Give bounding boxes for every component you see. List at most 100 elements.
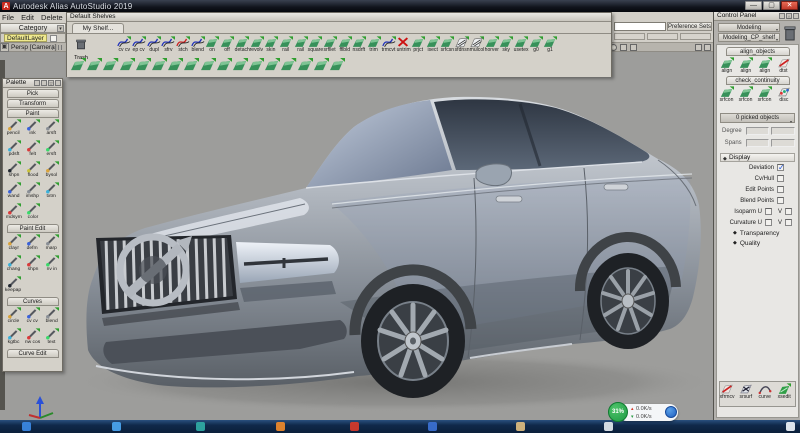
taskbar-app-icon[interactable] [276, 422, 285, 431]
cp-bottom-tool-srsurf[interactable]: srsurf [739, 382, 754, 406]
list-icon[interactable] [41, 80, 47, 86]
degree-v-field[interactable] [771, 127, 795, 135]
palette-tab-transform[interactable]: Transform [7, 99, 59, 108]
palette-tool-shpn[interactable]: shpn [23, 254, 42, 275]
palette-tool-felt[interactable]: felt [23, 139, 42, 160]
preference-input[interactable] [614, 22, 666, 31]
shelf-tool-sfrv[interactable]: sfrv [161, 35, 176, 53]
shelf-tool-rail[interactable]: rail [293, 35, 308, 53]
shelf-tool-cv-cv[interactable]: cv cv [117, 35, 132, 53]
display-section-header[interactable]: ◆ Display [720, 153, 795, 162]
shelf-tool-rail[interactable]: rail [279, 35, 294, 53]
degree-u-field[interactable] [746, 127, 770, 135]
cp-trash-icon[interactable] [782, 23, 797, 42]
taskbar-app-icon[interactable] [516, 422, 525, 431]
minimize-button[interactable]: — [745, 1, 762, 10]
shelf-tool-untrim[interactable]: untrim [396, 35, 411, 53]
cp-tool-disc[interactable]: disc [777, 85, 792, 103]
default-layer-label[interactable]: DefaultLayer [4, 34, 47, 42]
palette-tool-cv-cv[interactable]: cv cv [23, 306, 42, 327]
cp-tool-srfcon[interactable]: srfcon [739, 85, 754, 103]
taskbar-app-icon[interactable] [196, 422, 205, 431]
display-bullet-transparency[interactable]: ◆Transparency [717, 228, 798, 238]
shelf-surface-tool[interactable] [232, 58, 248, 73]
shelf-tool-blend[interactable]: blend [190, 35, 205, 53]
layer-row[interactable]: DefaultLayer [0, 33, 66, 43]
picked-objects-bar[interactable]: 0 picked objects▾ [720, 113, 795, 123]
cp-close-icon[interactable] [793, 13, 799, 19]
palette-tool-kgtbc[interactable]: kgtbc [4, 327, 23, 348]
shelf-tool-stch[interactable]: stch [176, 35, 191, 53]
windows-taskbar[interactable] [0, 420, 800, 433]
shelf-surface-tool[interactable] [135, 58, 151, 73]
shelf-tool-on[interactable]: on [205, 35, 220, 53]
palette-tool-nw-cos[interactable]: nw cos [23, 327, 42, 348]
cp-tool-align[interactable]: align [739, 56, 754, 74]
cp-dock-icon[interactable] [779, 13, 785, 19]
palette-tool-ink[interactable]: ink [23, 118, 42, 139]
shelf-surface-tool[interactable] [248, 58, 264, 73]
dock-icon[interactable] [34, 80, 40, 86]
cp-bottom-tool-curve[interactable]: curve [758, 382, 773, 406]
palette-tab-paint[interactable]: Paint [7, 109, 59, 118]
shelf-surface-tool[interactable] [183, 58, 199, 73]
category-header[interactable]: Category ▾ [0, 23, 66, 33]
palette-tool-defm[interactable]: defm [23, 233, 42, 254]
cp-collapse-icon[interactable]: △ [786, 13, 792, 19]
shelf-tool-skin[interactable]: skin [264, 35, 279, 53]
taskbar-app-icon[interactable] [22, 422, 31, 431]
palette-title-bar[interactable]: Palette ▽ [3, 79, 62, 88]
spans-v-field[interactable] [771, 139, 795, 147]
shelf-tool-square[interactable]: square [308, 35, 323, 53]
shelf-surface-tool[interactable] [329, 58, 345, 73]
shelf-surface-tool[interactable] [86, 58, 102, 73]
palette-tool-shpn[interactable]: shpn [4, 160, 23, 181]
deviation-checkbox[interactable]: ✓ [777, 164, 784, 171]
layer-visibility-checkbox[interactable] [50, 35, 57, 42]
collapse-icon[interactable]: ▽ [48, 80, 54, 86]
shelf-tool-nsdrft[interactable]: nsdrft [352, 35, 367, 53]
shelf-tool-dupl[interactable]: dupl [146, 35, 161, 53]
tab-my-shelf[interactable]: My Shelf... [72, 23, 124, 33]
maximize-button[interactable]: ▢ [763, 1, 780, 10]
spans-u-field[interactable] [746, 139, 770, 147]
curvature-u-v-checkbox[interactable] [785, 219, 792, 226]
palette-tool-chang[interactable]: chang [4, 254, 23, 275]
net-monitor-icon[interactable] [665, 406, 677, 418]
cp-tab-align-objects[interactable]: align_objects [726, 47, 790, 56]
net-monitor-widget[interactable]: 31% ▴ 0.0K/s ▾ 0.0K/s [608, 402, 680, 423]
shelf-surface-tool[interactable] [70, 58, 86, 73]
shelf-tool-g0[interactable]: g0 [528, 35, 543, 53]
palette-tool-nv-in[interactable]: nv in [42, 254, 61, 275]
cv-hull-checkbox[interactable] [777, 175, 784, 182]
perspective-viewport[interactable] [0, 52, 713, 420]
palette-tab-pick[interactable]: Pick [7, 89, 59, 98]
cp-tool-dtst[interactable]: dtst [777, 56, 792, 74]
shelf-tool-fflbld[interactable]: fflbld [337, 35, 352, 53]
shelf-surface-tool[interactable] [313, 58, 329, 73]
chevron-down-icon[interactable]: ▾ [57, 25, 64, 32]
cp-tab-check-continuity[interactable]: check_continuity [726, 76, 790, 85]
palette-tool-flood[interactable]: flood [23, 160, 42, 181]
edit-points-checkbox[interactable] [777, 186, 784, 193]
shelf-surface-tool[interactable] [119, 58, 135, 73]
shelf-surface-tool[interactable] [102, 58, 118, 73]
shelf-tool-detach[interactable]: detach [235, 35, 250, 53]
shelf-tool-prjct[interactable]: prjct [411, 35, 426, 53]
shelf-tool-ep-cv[interactable]: ep cv [132, 35, 147, 53]
palette-tool-arsft[interactable]: arsft [42, 118, 61, 139]
pane-split-icon[interactable] [695, 44, 702, 51]
shade-toggle-icon[interactable] [620, 44, 627, 51]
shelf-tool-trim[interactable]: trim [367, 35, 382, 53]
shelf-surface-tool[interactable] [280, 58, 296, 73]
viewport-grip[interactable] [52, 45, 64, 50]
palette-tool-clayr[interactable]: clayr [4, 233, 23, 254]
menu-delete[interactable]: Delete [41, 13, 63, 22]
palette-tab-curve-edit[interactable]: Curve Edit [7, 349, 59, 358]
zoom-toggle-icon[interactable] [630, 44, 637, 51]
palette-tool-text[interactable]: text [42, 327, 61, 348]
display-bullet-quality[interactable]: ◆Quality [717, 238, 798, 248]
cp-shelf-dropdown[interactable]: Modeling_CP_shelf▾ [718, 33, 780, 42]
shelf-tool-sfdnsn[interactable]: sfdnsn [455, 35, 470, 53]
palette-tool-pencil[interactable]: pencil [4, 118, 23, 139]
